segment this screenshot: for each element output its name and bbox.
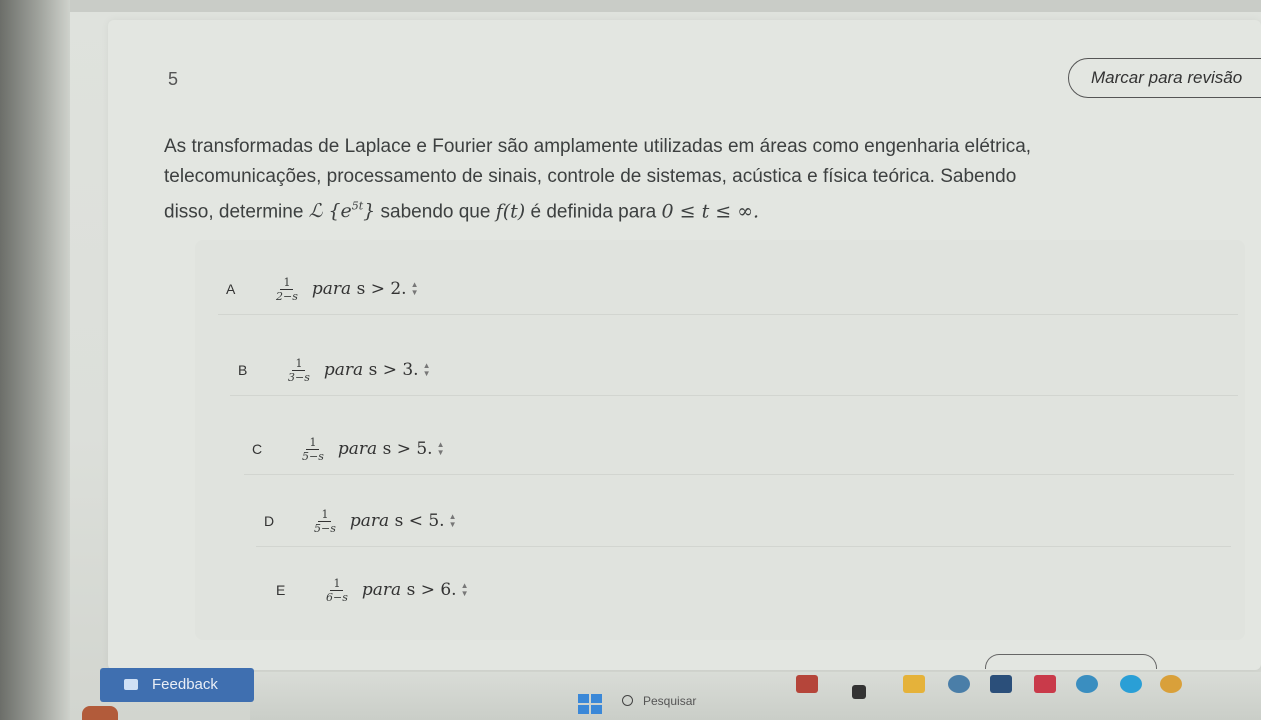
spinner-icon: ▲ ▼ [460,581,469,598]
chrome-icon[interactable] [1160,675,1182,693]
option-c[interactable]: C 1 5−s para s > 5. ▲ ▼ [244,424,1234,475]
option-condition: para s > 5. [337,439,433,459]
windows-start-icon[interactable] [578,694,602,714]
weather-widget[interactable] [82,706,118,720]
spinner-icon: ▲ ▼ [422,361,431,378]
app-icon-1[interactable] [796,675,818,693]
edge-icon[interactable] [1120,675,1142,693]
option-fraction: 1 6−s [326,576,348,604]
app-icon-4[interactable] [1076,675,1098,693]
option-condition: para s > 6. [361,580,457,600]
option-letter: A [226,281,236,297]
option-letter: E [276,582,286,598]
spinner-icon: ▲ ▼ [436,440,445,457]
taskbar-search[interactable]: Pesquisar [622,688,772,714]
folder-icon[interactable] [903,675,925,693]
laplace-expression: ℒ {e5t} [308,200,376,223]
option-letter: C [252,441,263,457]
option-letter: D [264,513,275,529]
feedback-label: Feedback [152,676,218,693]
screen-top-edge [0,0,1261,12]
question-line-3: disso, determine ℒ {e5t} sabendo que f(t… [164,192,1204,227]
question-line-2: telecomunicações, processamento de sinai… [164,166,1017,187]
mark-for-review-button[interactable]: Marcar para revisão [1068,58,1261,98]
app-icon-3[interactable] [1034,675,1056,693]
function-symbol: f(t) [495,200,526,223]
spinner-icon: ▲ ▼ [410,280,419,297]
option-fraction: 1 3−s [288,356,310,384]
option-condition: para s > 3. [323,360,419,380]
browser-icon[interactable] [948,675,970,693]
option-e[interactable]: E 1 6−s para s > 6. ▲ ▼ [268,565,1188,615]
question-line-1: As transformadas de Laplace e Fourier sã… [164,136,1032,157]
question-text: As transformadas de Laplace e Fourier sã… [164,132,1204,227]
option-d[interactable]: D 1 5−s para s < 5. ▲ ▼ [256,496,1231,547]
option-b[interactable]: B 1 3−s para s > 3. ▲ ▼ [230,345,1238,396]
question-line-3-after: é definida para [530,201,657,223]
screen-bezel [0,0,70,720]
next-button-partial[interactable] [985,654,1157,669]
option-condition: para s > 2. [311,279,407,299]
domain-expression: 0 ≤ t ≤ ∞. [661,200,760,223]
question-line-3-mid: sabendo que [380,201,491,223]
app-icon-2[interactable] [852,685,866,699]
option-letter: B [238,362,248,378]
feedback-icon [124,679,138,690]
store-icon[interactable] [990,675,1012,693]
search-placeholder: Pesquisar [643,694,697,708]
option-fraction: 1 5−s [314,507,336,535]
spinner-icon: ▲ ▼ [448,512,457,529]
option-condition: para s < 5. [349,511,445,531]
option-fraction: 1 5−s [302,435,324,463]
search-icon [622,695,633,707]
question-line-3-prefix: disso, determine [164,201,304,223]
option-a[interactable]: A 1 2−s para s > 2. ▲ ▼ [218,264,1238,315]
feedback-button[interactable]: Feedback [100,668,254,702]
option-fraction: 1 2−s [276,275,298,303]
question-number: 5 [168,69,179,89]
